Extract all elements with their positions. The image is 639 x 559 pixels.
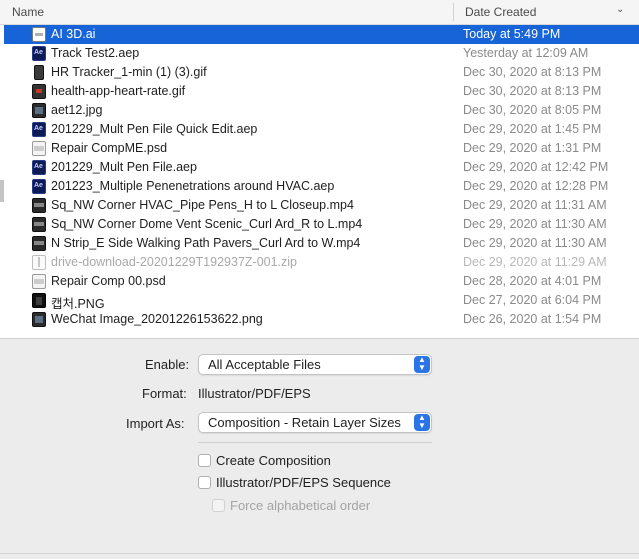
- file-row[interactable]: WeChat Image_20201226153622.png Dec 26, 2…: [4, 310, 639, 329]
- file-date-created: Dec 26, 2020 at 1:54 PM: [463, 312, 602, 326]
- file-row[interactable]: 201223_Multiple Penenetrations around HV…: [4, 177, 639, 196]
- file-date-created: Dec 28, 2020 at 4:01 PM: [463, 274, 602, 288]
- enable-label: Enable:: [145, 357, 190, 372]
- force-alphabetical-label: Force alphabetical order: [230, 498, 371, 513]
- file-name: drive-download-20201229T192937Z-001.zip: [51, 255, 298, 269]
- zip-file-icon: [32, 255, 46, 270]
- file-name: AI 3D.ai: [51, 27, 96, 41]
- video-file-icon: [32, 217, 46, 232]
- options-separator: [198, 442, 432, 443]
- enable-popup[interactable]: All Acceptable Files ▲ ▼: [198, 354, 432, 375]
- file-date-created: Dec 29, 2020 at 12:28 PM: [463, 179, 609, 193]
- file-row[interactable]: 캡처.PNG Dec 27, 2020 at 6:04 PM: [4, 291, 639, 311]
- checkbox-box[interactable]: [198, 454, 211, 467]
- file-row[interactable]: health-app-heart-rate.gif Dec 30, 2020 at…: [4, 82, 639, 101]
- file-name: 201229_Mult Pen File.aep: [51, 160, 197, 174]
- file-name: Track Test2.aep: [51, 46, 140, 60]
- psd-file-icon: [32, 141, 46, 156]
- column-header-row: Name Date Created ⌄: [0, 0, 639, 25]
- file-date-created: Dec 29, 2020 at 1:31 PM: [463, 141, 602, 155]
- column-separator[interactable]: [453, 3, 454, 21]
- file-name: Sq_NW Corner Dome Vent Scenic_Curl Ard_R…: [51, 217, 363, 231]
- sequence-label[interactable]: Illustrator/PDF/EPS Sequence: [216, 475, 391, 490]
- file-name: N Strip_E Side Walking Path Pavers_Curl …: [51, 236, 361, 250]
- aep-file-icon: [32, 160, 46, 175]
- aep-file-icon: [32, 122, 46, 137]
- file-date-created: Dec 29, 2020 at 11:30 AM: [463, 217, 607, 231]
- column-header-name[interactable]: Name: [12, 5, 44, 19]
- file-row[interactable]: 201229_Mult Pen File.aep Dec 29, 2020 at …: [4, 158, 639, 177]
- sidebar-resize-handle[interactable]: [0, 180, 4, 202]
- popup-updown-arrows-icon: ▲ ▼: [414, 414, 430, 431]
- file-date-created: Dec 30, 2020 at 8:13 PM: [463, 84, 602, 98]
- video-file-icon: [32, 236, 46, 251]
- file-date-created: Dec 29, 2020 at 1:45 PM: [463, 122, 602, 136]
- image-file-icon: [32, 312, 46, 327]
- gif-file-icon: [34, 65, 44, 80]
- aep-file-icon: [32, 179, 46, 194]
- file-row[interactable]: N Strip_E Side Walking Path Pavers_Curl …: [4, 234, 639, 253]
- sort-chevron-down-icon[interactable]: ⌄: [616, 4, 624, 15]
- file-name: HR Tracker_1-min (1) (3).gif: [51, 65, 207, 79]
- file-name: Repair Comp 00.psd: [51, 274, 166, 288]
- bottom-separator: [0, 553, 639, 554]
- checkbox-box: [212, 499, 225, 512]
- gif-file-icon: [32, 84, 46, 99]
- file-name: Sq_NW Corner HVAC_Pipe Pens_H to L Close…: [51, 198, 354, 212]
- format-label: Format:: [142, 386, 187, 401]
- file-date-created: Yesterday at 12:09 AM: [463, 46, 589, 60]
- checkbox-box[interactable]: [198, 476, 211, 489]
- file-row[interactable]: 201229_Mult Pen File Quick Edit.aep Dec 2…: [4, 120, 639, 139]
- aep-file-icon: [32, 46, 46, 61]
- file-row[interactable]: Repair Comp 00.psd Dec 28, 2020 at 4:01 P…: [4, 272, 639, 291]
- file-row[interactable]: HR Tracker_1-min (1) (3).gif Dec 30, 2020…: [4, 63, 639, 82]
- psd-file-icon: [32, 274, 46, 289]
- file-row[interactable]: AI 3D.ai Today at 5:49 PM: [4, 25, 639, 44]
- file-date-created: Dec 29, 2020 at 11:31 AM: [463, 198, 607, 212]
- column-header-date-created[interactable]: Date Created: [465, 5, 536, 19]
- import-as-popup[interactable]: Composition - Retain Layer Sizes ▲ ▼: [198, 412, 432, 433]
- file-name: aet12.jpg: [51, 103, 103, 117]
- file-name: 201229_Mult Pen File Quick Edit.aep: [51, 122, 258, 136]
- video-file-icon: [32, 198, 46, 213]
- file-date-created: Dec 29, 2020 at 11:29 AM: [463, 255, 607, 269]
- file-row[interactable]: Sq_NW Corner Dome Vent Scenic_Curl Ard_R…: [4, 215, 639, 234]
- file-row[interactable]: Repair CompME.psd Dec 29, 2020 at 1:31 PM: [4, 139, 639, 158]
- file-browser-list[interactable]: Name Date Created ⌄ AI 3D.ai Today at 5:4…: [0, 0, 639, 338]
- file-date-created: Today at 5:49 PM: [463, 27, 561, 41]
- enable-popup-value: All Acceptable Files: [208, 357, 321, 372]
- import-as-popup-value: Composition - Retain Layer Sizes: [208, 415, 401, 430]
- file-row: drive-download-20201229T192937Z-001.zip D…: [4, 253, 639, 272]
- file-name: health-app-heart-rate.gif: [51, 84, 186, 98]
- image-file-icon: [32, 103, 46, 118]
- ai-file-icon: [32, 27, 46, 42]
- panel-divider: [0, 338, 639, 339]
- file-row[interactable]: Sq_NW Corner HVAC_Pipe Pens_H to L Close…: [4, 196, 639, 215]
- popup-updown-arrows-icon: ▲ ▼: [414, 356, 430, 373]
- file-date-created: Dec 30, 2020 at 8:13 PM: [463, 65, 602, 79]
- import-as-label: Import As:: [126, 416, 185, 431]
- create-composition-label[interactable]: Create Composition: [216, 453, 331, 468]
- file-date-created: Dec 27, 2020 at 6:04 PM: [463, 293, 602, 307]
- file-row[interactable]: Track Test2.aep Yesterday at 12:09 AM: [4, 44, 639, 63]
- file-name: 201223_Multiple Penenetrations around HV…: [51, 179, 335, 193]
- file-row[interactable]: aet12.jpg Dec 30, 2020 at 8:05 PM: [4, 101, 639, 120]
- png-file-icon: [32, 293, 46, 308]
- file-date-created: Dec 30, 2020 at 8:05 PM: [463, 103, 602, 117]
- file-rows: AI 3D.ai Today at 5:49 PM Track Test2.aep Y…: [4, 25, 639, 329]
- file-date-created: Dec 29, 2020 at 12:42 PM: [463, 160, 609, 174]
- file-name: WeChat Image_20201226153622.png: [51, 312, 263, 326]
- format-value: Illustrator/PDF/EPS: [198, 386, 311, 401]
- file-name: Repair CompME.psd: [51, 141, 168, 155]
- file-date-created: Dec 29, 2020 at 11:30 AM: [463, 236, 607, 250]
